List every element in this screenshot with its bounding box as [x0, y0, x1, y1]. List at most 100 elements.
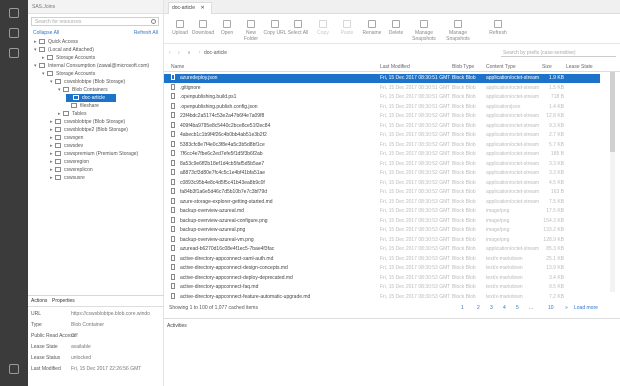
tree-node[interactable]: ▸ cswsregion — [50, 158, 89, 166]
pagination-link[interactable]: 1 — [461, 305, 464, 311]
folder-icon — [73, 95, 79, 100]
tab-properties[interactable]: Properties — [52, 298, 75, 304]
toolbar-button[interactable]: Refresh — [486, 20, 510, 36]
table-row[interactable]: .openpublishing.publish.config.json Fri, … — [164, 102, 600, 112]
account-icon[interactable] — [9, 28, 19, 38]
tree-node[interactable]: ▾ (Local and Attached) — [34, 46, 94, 54]
tree-node[interactable]: ▸ Storage Accounts — [42, 54, 95, 62]
table-row[interactable]: 23f4bdc2a5174c53e2a47b6f4e7a09f8 Fri, 15 … — [164, 112, 600, 121]
column-header[interactable]: Size — [542, 64, 564, 70]
table-row[interactable]: .gitignore Fri, 15 Dec 2017 08:30:51 GMT B… — [164, 83, 600, 93]
toolbar-button[interactable]: Download — [191, 20, 215, 36]
tree-node[interactable]: doc-article — [66, 94, 116, 102]
tree-node[interactable]: ▾ Blob Containers — [58, 86, 108, 94]
pagination-link[interactable]: 3 — [490, 305, 493, 311]
column-header[interactable]: Blob Type — [452, 64, 484, 70]
table-row[interactable]: .openpublishing.build.ps1 Fri, 15 Dec 201… — [164, 93, 600, 102]
table-row[interactable]: backup-overview-azureal.png Fri, 15 Dec 2… — [164, 226, 600, 235]
pagination-link[interactable]: 10 — [548, 305, 554, 311]
file-icon — [171, 159, 175, 166]
table-row[interactable]: 409f4ba9795e8c5440c2bce8ce51f2ec84 Fri, 1… — [164, 121, 600, 131]
tree-node[interactable]: ▸ cswspremium (Premium Storage) — [50, 150, 138, 158]
tree-node[interactable]: ▸ cswsgen — [50, 134, 83, 142]
table-row[interactable]: azure-storage-explorer-getting-started.m… — [164, 197, 600, 207]
table-row[interactable]: 4abecb1c1b9f4f26c4b0bb4ab51e3b2f2 Fri, 15… — [164, 131, 600, 140]
toolbar-button[interactable]: Manage Snapshots — [412, 20, 436, 42]
resource-search-input[interactable]: Search for resources — [31, 17, 159, 26]
toolbar-button[interactable]: Manage Snapshots — [446, 20, 470, 42]
cell-last-modified: Fri, 15 Dec 2017 08:30:53 GMT — [380, 293, 450, 300]
cell-name: 409f4ba9795e8c5440c2bce8ce51f2ec84 — [171, 121, 371, 131]
refresh-all-link[interactable]: Refresh All — [134, 30, 158, 36]
toolbar-button[interactable]: New Folder — [239, 20, 263, 42]
toolbar-button[interactable]: Delete — [384, 20, 408, 36]
table-row[interactable]: azuread-b6270d16c08e4f1ec5-7bae4f3fac Fri… — [164, 245, 600, 254]
toolbar-button[interactable]: Open — [215, 20, 239, 36]
file-icon — [171, 235, 175, 242]
pagination-link[interactable]: ... — [529, 305, 533, 311]
table-row[interactable]: active-directory-appconnect-design-conce… — [164, 264, 600, 273]
table-row[interactable]: fa84b3f1a6e5d46c7d5b10b7e7c3bf79d Fri, 15… — [164, 188, 600, 197]
tree-node[interactable]: ▸ cswsblobtpe2 (Blob Storage) — [50, 126, 128, 134]
table-row[interactable]: active-directory-appconnect-faq.md Fri, 1… — [164, 283, 600, 292]
cell-name: fa84b3f1a6e5d46c7d5b10b7e7c3bf79d — [171, 188, 371, 197]
tree-node[interactable]: fileshare — [66, 102, 99, 110]
table-row[interactable]: 7f6cc4e7fbe6c2ed7efe5f1d5f3b6f2ab Fri, 15… — [164, 150, 600, 159]
table-row[interactable]: backup-overview-azureal.md Fri, 15 Dec 20… — [164, 207, 600, 216]
tree-node[interactable]: ▸ cswsreplicon — [50, 166, 93, 174]
tree-node[interactable]: ▸ cswsusre — [50, 174, 85, 182]
pagination-link[interactable]: » — [565, 305, 568, 311]
pagination-link[interactable]: 4 — [503, 305, 506, 311]
table-row[interactable]: backup-overview-azureal-vm.png Fri, 15 De… — [164, 235, 600, 245]
table-row[interactable]: azuredeploy.json Fri, 15 Dec 2017 08:30:5… — [164, 74, 600, 83]
column-header[interactable]: Lease State — [566, 64, 596, 70]
tree-node[interactable]: ▸ cswsdev — [50, 142, 83, 150]
tab-actions[interactable]: Actions — [31, 298, 47, 304]
tree-node[interactable]: ▾ cswsblobtpe (Blob Storage) — [50, 78, 125, 86]
plug-icon[interactable] — [9, 48, 19, 58]
pagination-link[interactable]: Load more — [574, 305, 598, 311]
column-header[interactable]: Content Type — [486, 64, 540, 70]
toolbar-button[interactable]: Upload — [168, 20, 192, 36]
current-path[interactable]: doc-article — [204, 50, 227, 56]
prefix-search-input[interactable]: Search by prefix (case-sensitive) — [501, 48, 616, 57]
cell-size: 3.3 KB — [548, 170, 564, 176]
navigation-arrows[interactable]: ‹ › ∨ ↑ — [169, 50, 204, 56]
vertical-scrollbar[interactable] — [610, 72, 615, 292]
cell-blob-type: Block Blob — [452, 94, 476, 100]
panel-header: SAS.Joins — [28, 0, 163, 14]
table-row[interactable]: active-directory-appconnect-deploy-depre… — [164, 273, 600, 283]
tree-node[interactable]: ▸ Tables — [58, 110, 86, 118]
tree-node[interactable]: ▸ Quick Access — [34, 38, 78, 46]
cell-last-modified: Fri, 15 Dec 2017 08:30:53 GMT — [380, 274, 450, 281]
tree-node[interactable]: ▾ Internal Consumption (zawal@microsoft.c… — [34, 62, 149, 70]
explorer-icon[interactable] — [9, 8, 19, 18]
table-row[interactable]: c0893c95b4e8c4d5f5c41b43ea8b9c0f Fri, 15 … — [164, 178, 600, 188]
folder-icon — [55, 119, 61, 124]
cell-content-type: application/octet-stream — [486, 94, 540, 100]
table-row[interactable]: a8873cf3d80e7fc4c5c1e4bf41bfa51ae Fri, 15… — [164, 169, 600, 178]
column-header[interactable]: Last Modified — [380, 64, 450, 70]
tab-doc-article[interactable]: doc-article ✕ — [168, 2, 212, 14]
table-row[interactable]: 8a53c9e6ff2b18ef1d4cb5faf5d5b5ae7 Fri, 15… — [164, 159, 600, 169]
tree-node-label: cswsregion — [64, 159, 90, 165]
feedback-icon[interactable] — [9, 364, 19, 374]
toolbar-button[interactable]: Rename — [360, 20, 384, 36]
collapse-all-link[interactable]: Collapse All — [33, 30, 59, 36]
table-row[interactable]: active-directory-appconnect-saml-auth.md… — [164, 254, 600, 264]
activity-rail — [0, 0, 28, 386]
table-row[interactable]: 5383cfc8e7f4e0c3f8e4a5c3b5d8bf1ce Fri, 15… — [164, 140, 600, 150]
toolbar-button[interactable]: Select All — [286, 20, 310, 36]
close-icon[interactable]: ✕ — [200, 5, 204, 11]
scrollbar-thumb[interactable] — [610, 72, 615, 152]
tree-node[interactable]: ▸ cswsblobtpe (Blob Storage) — [50, 118, 125, 126]
tree-node-label: doc-article — [82, 95, 106, 101]
tree-node[interactable]: ▾ Storage Accounts — [42, 70, 95, 78]
table-row[interactable]: backup-overview-azureal-configure.png Fri… — [164, 216, 600, 226]
table-row[interactable]: active-directory-appconnect-feature-auto… — [164, 292, 600, 302]
column-header[interactable]: Name — [171, 64, 371, 70]
pagination-link[interactable]: 2 — [477, 305, 480, 311]
pagination-link[interactable]: 5 — [516, 305, 519, 311]
property-value: unlocked — [71, 355, 92, 361]
toolbar-button[interactable]: Copy URL — [263, 20, 287, 36]
